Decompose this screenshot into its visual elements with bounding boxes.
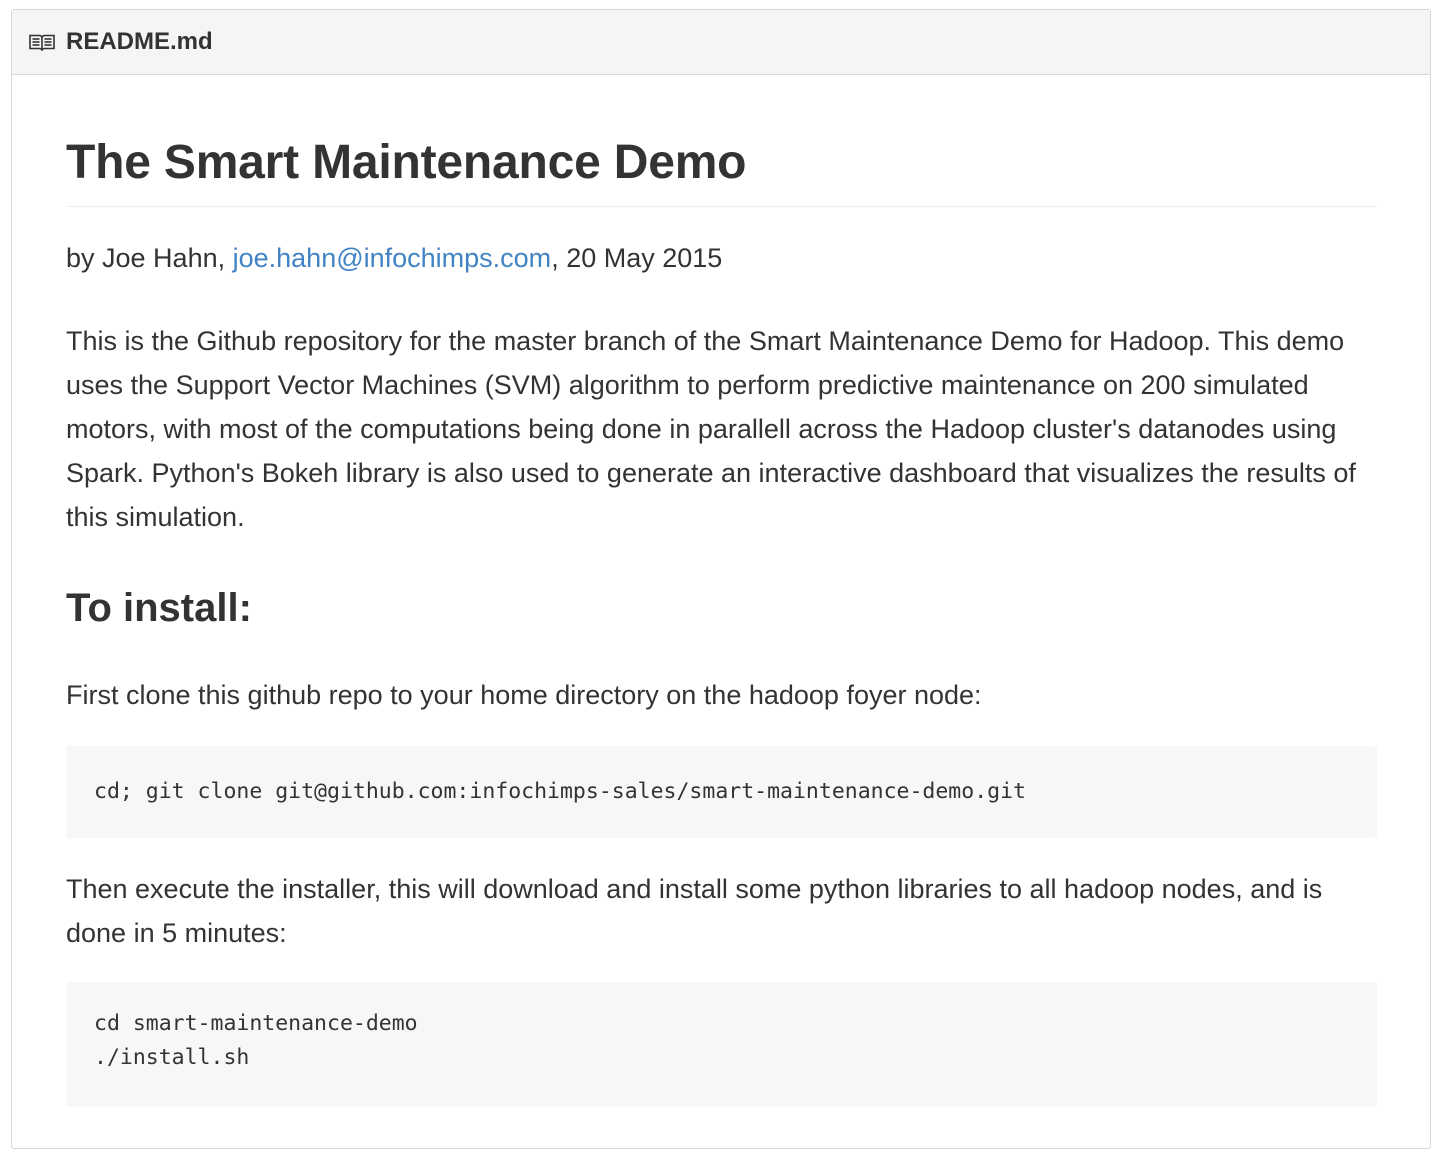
byline-prefix: by Joe Hahn, [66,243,233,273]
install-heading: To install: [66,586,252,630]
code-line: cd; git clone git@github.com:infochimps-… [94,779,1026,804]
intro-paragraph: This is the Github repository for the ma… [66,326,1356,532]
readme-header: README.md [12,10,1430,75]
author-byline: by Joe Hahn, joe.hahn@infochimps.com, 20… [66,236,722,280]
clone-code-block[interactable]: cd; git clone git@github.com:infochimps-… [66,746,1377,838]
author-email-link[interactable]: joe.hahn@infochimps.com [233,243,552,273]
title-divider [66,206,1377,207]
install-code-block[interactable]: cd smart-maintenance-demo ./install.sh [66,982,1377,1107]
readme-filename: README.md [66,28,213,55]
code-line: ./install.sh [94,1045,250,1070]
byline-suffix: , 20 May 2015 [551,243,723,273]
clone-instructions: First clone this github repo to your hom… [66,680,982,710]
readme-panel: README.md The Smart Maintenance Demo by … [11,9,1431,1149]
code-line: cd smart-maintenance-demo [94,1011,418,1036]
book-icon [29,33,55,51]
installer-instructions: Then execute the installer, this will do… [66,874,1323,948]
page-title: The Smart Maintenance Demo [66,136,747,189]
